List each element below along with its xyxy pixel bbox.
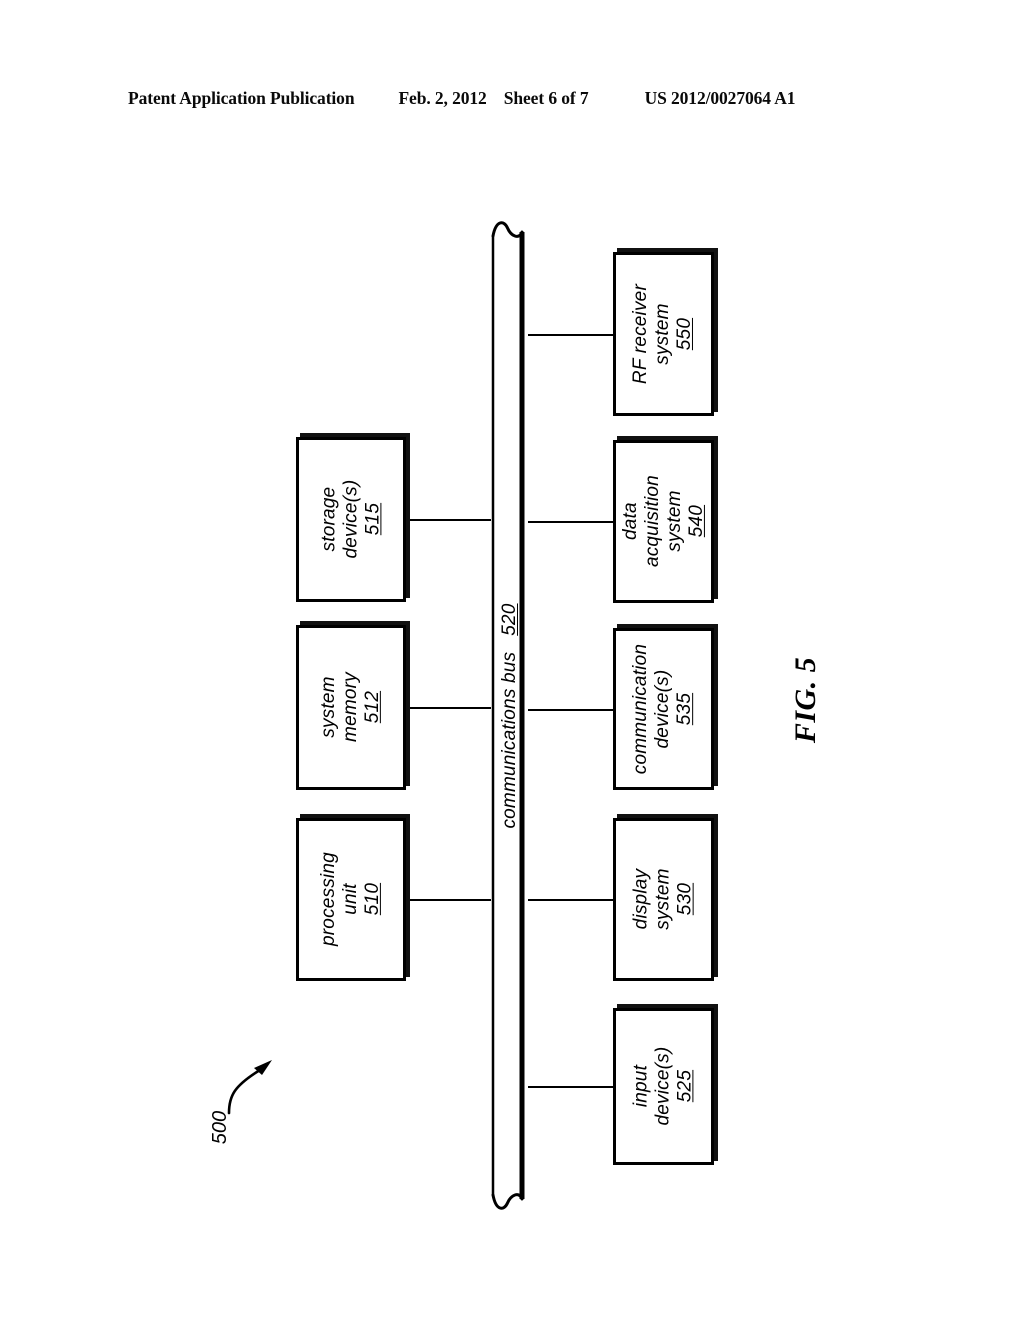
block-data-acquisition-system-ref: 540	[685, 505, 707, 538]
connector-bus-to-communication-devices	[528, 709, 614, 711]
connector-bus-to-data-acquisition	[528, 521, 614, 523]
block-system-memory-line2: memory	[339, 672, 361, 743]
connector-bus-to-display-system	[528, 899, 614, 901]
block-rf-receiver-system: RF receiver system 550	[613, 252, 714, 416]
block-data-acquisition-system-line3: system	[663, 490, 685, 553]
block-processing-unit-line1: processing	[317, 852, 339, 947]
block-communication-devices-ref: 535	[674, 692, 696, 726]
block-display-system: display system 530	[613, 818, 714, 981]
block-data-acquisition-system-label: data acquisition system 540	[619, 476, 707, 568]
block-storage-devices-label: storage device(s) 515	[318, 480, 384, 559]
block-system-memory: system memory 512	[296, 625, 406, 790]
block-processing-unit: processing unit 510	[296, 818, 406, 981]
block-rf-receiver-system-line2: system	[652, 303, 674, 365]
communications-bus-name: communications bus	[498, 651, 520, 829]
block-system-memory-ref: 512	[362, 691, 384, 724]
block-display-system-label: display system 530	[630, 869, 696, 930]
block-system-memory-line1: system	[317, 676, 339, 739]
block-input-devices-line2: device(s)	[652, 1047, 674, 1126]
block-communication-devices-line1: communication	[630, 643, 652, 775]
block-communication-devices: communication device(s) 535	[613, 628, 714, 790]
block-storage-devices-ref: 515	[362, 503, 384, 536]
block-data-acquisition-system-line1: data	[619, 502, 641, 541]
block-input-devices-line1: input	[630, 1065, 652, 1108]
figure-caption-text: FIG. 5	[788, 656, 822, 744]
block-system-memory-label: system memory 512	[318, 673, 384, 743]
system-reference-label: 500	[186, 1110, 256, 1144]
block-processing-unit-line2: unit	[339, 883, 361, 916]
block-data-acquisition-system: data acquisition system 540	[613, 440, 714, 603]
block-data-acquisition-system-line2: acquisition	[641, 475, 663, 568]
block-processing-unit-ref: 510	[362, 883, 384, 916]
block-storage-devices: storage device(s) 515	[296, 437, 406, 602]
communications-bus-label: communications bus 520	[499, 603, 521, 828]
communications-bus-ref: 520	[498, 602, 520, 636]
block-communication-devices-line2: device(s)	[652, 669, 674, 749]
block-input-devices-label: input device(s) 525	[630, 1047, 696, 1126]
system-reference-callout: 500	[186, 1038, 306, 1188]
connector-bus-to-rf-receiver-system	[528, 334, 614, 336]
block-input-devices: input device(s) 525	[613, 1008, 714, 1165]
block-display-system-ref: 530	[674, 883, 696, 916]
block-storage-devices-line2: device(s)	[339, 480, 361, 559]
patent-figure-5: communications bus 520 storage device(s) …	[0, 0, 1024, 1320]
communications-bus: communications bus 520	[490, 218, 529, 1213]
block-rf-receiver-system-label: RF receiver system 550	[630, 284, 696, 384]
block-processing-unit-label: processing unit 510	[318, 853, 384, 947]
block-rf-receiver-system-ref: 550	[674, 317, 696, 351]
connector-processing-unit-to-bus	[406, 899, 491, 901]
figure-caption: FIG. 5	[756, 640, 856, 760]
block-communication-devices-label: communication device(s) 535	[630, 644, 696, 774]
connector-system-memory-to-bus	[406, 707, 491, 709]
block-display-system-line2: system	[652, 868, 674, 931]
block-input-devices-ref: 525	[674, 1070, 696, 1103]
block-storage-devices-line1: storage	[317, 487, 339, 552]
system-reference-number: 500	[209, 1110, 232, 1144]
block-rf-receiver-system-line1: RF receiver	[630, 283, 652, 385]
block-display-system-line1: display	[630, 869, 652, 930]
connector-storage-devices-to-bus	[406, 519, 491, 521]
connector-bus-to-input-devices	[528, 1086, 614, 1088]
